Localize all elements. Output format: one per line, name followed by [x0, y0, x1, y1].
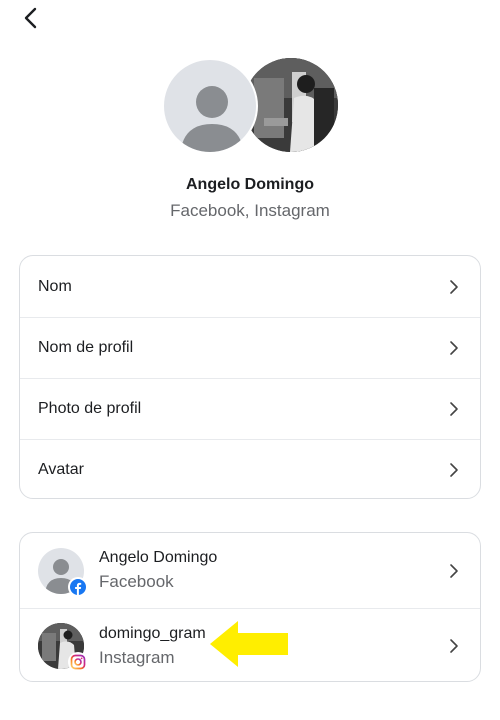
settings-row-profile-photo[interactable]: Photo de profil — [20, 378, 480, 439]
chevron-right-icon — [450, 341, 458, 355]
settings-row-label: Photo de profil — [38, 400, 142, 417]
facebook-profile-photo — [162, 58, 258, 154]
settings-row-name[interactable]: Nom — [20, 256, 480, 317]
settings-row-profile-name[interactable]: Nom de profil — [20, 317, 480, 378]
avatar — [38, 547, 88, 597]
account-platform: Instagram — [99, 647, 175, 667]
chevron-left-icon — [24, 7, 37, 29]
instagram-badge — [68, 652, 88, 672]
back-button[interactable] — [14, 4, 46, 32]
settings-row-label: Nom — [38, 277, 72, 295]
chevron-right-icon — [450, 463, 458, 477]
settings-row-label: Avatar — [38, 461, 84, 478]
chevron-right-icon — [450, 279, 458, 294]
profile-avatars — [0, 58, 500, 154]
instagram-icon — [70, 654, 86, 670]
instagram-profile-photo — [244, 58, 338, 152]
profile-name: Angelo Domingo — [186, 176, 314, 193]
settings-row-label: Nom de profil — [38, 339, 134, 356]
profile-platforms: Facebook, Instagram — [170, 201, 330, 220]
chevron-right-icon — [450, 402, 458, 416]
highlight-arrow-icon — [210, 621, 288, 667]
account-name: domingo_gram — [99, 624, 206, 642]
account-platform: Facebook — [99, 572, 174, 591]
facebook-badge — [68, 576, 88, 597]
account-row-facebook[interactable]: Angelo Domingo Facebook — [20, 533, 480, 608]
profile-settings-card: Nom Nom de profil Photo de profil Avatar — [19, 255, 481, 499]
person-icon — [180, 86, 244, 152]
chevron-right-icon — [450, 563, 458, 578]
chevron-right-icon — [450, 639, 458, 653]
settings-row-avatar[interactable]: Avatar — [20, 439, 480, 498]
account-name: Angelo Domingo — [99, 549, 218, 566]
avatar — [38, 623, 88, 672]
facebook-icon — [70, 578, 86, 595]
